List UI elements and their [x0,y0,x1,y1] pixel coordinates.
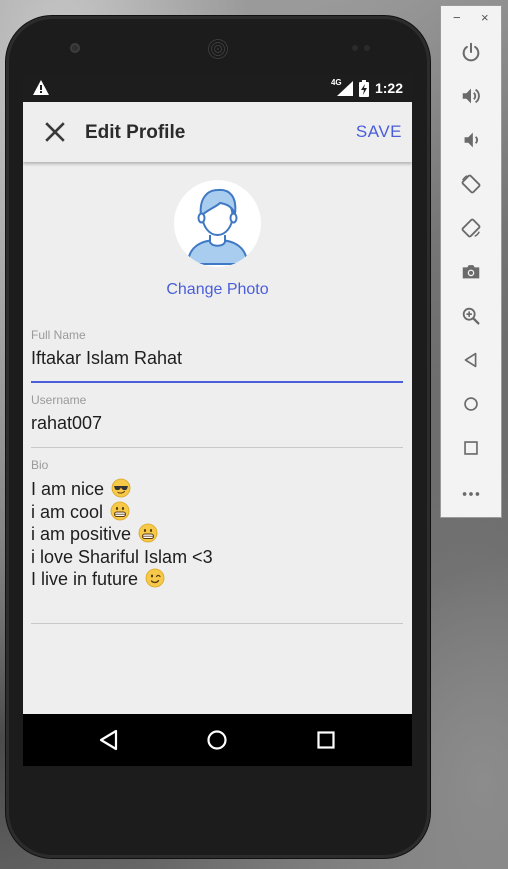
nav-back-button[interactable] [97,728,121,752]
more-button[interactable] [459,482,483,506]
volume-up-icon [462,88,480,104]
close-window-button[interactable]: × [481,10,489,25]
back-button[interactable] [459,348,483,372]
volume-down-button[interactable] [459,128,483,152]
emulator-phone-frame: 4G 1:22 Edit Profile SAVE Change Photo F… [6,16,430,858]
username-field[interactable]: Username rahat007 [31,393,403,448]
rotate-right-button[interactable] [459,216,483,240]
bio-line: I am nice [31,478,403,501]
zoom-button[interactable] [459,304,483,328]
grin-emoji-icon [110,501,130,521]
status-bar: 4G 1:22 [23,74,412,102]
full-name-input[interactable]: Iftakar Islam Rahat [31,348,403,375]
save-button[interactable]: SAVE [356,122,402,142]
overview-square-icon [317,731,335,749]
bio-line: i am cool [31,501,403,524]
bio-underline [31,622,403,624]
warning-icon [33,80,49,95]
android-nav-bar [23,714,412,766]
bio-label: Bio [31,458,49,472]
avatar[interactable] [174,180,261,267]
sunglasses-emoji-icon [111,478,131,498]
home-icon [464,397,478,411]
screenshot-button[interactable] [459,260,483,284]
wink-emoji-icon [145,568,165,588]
rotate-left-icon [461,174,481,194]
full-name-field[interactable]: Full Name Iftakar Islam Rahat [31,328,403,383]
change-photo-link[interactable]: Change Photo [23,281,412,299]
bio-field[interactable]: Bio I am nice i am cool i am positive i … [31,458,403,624]
bio-line: i am positive [31,523,403,546]
sensor [352,45,358,51]
power-button[interactable] [459,40,483,64]
username-input[interactable]: rahat007 [31,413,403,440]
emulator-toolbar: − × [440,5,502,518]
bio-line-text: I am nice [31,479,105,499]
close-icon [45,122,65,142]
bio-line: I live in future [31,568,403,591]
volume-down-icon [464,132,478,148]
back-triangle-icon [99,729,118,751]
bio-line-text: I live in future [31,569,139,589]
more-icon [462,492,480,496]
full-name-underline [31,381,403,383]
rotate-left-button[interactable] [459,172,483,196]
home-circle-icon [207,730,227,750]
power-icon [462,42,480,62]
bio-line-text: i am positive [31,524,132,544]
status-time: 1:22 [374,80,403,96]
nav-overview-button[interactable] [314,728,338,752]
bio-textarea[interactable]: I am nice i am cool i am positive i love… [31,478,403,591]
bio-line-text: i love Shariful Islam <3 [31,546,213,567]
earpiece-speaker [207,38,229,60]
camera-icon [462,265,480,279]
close-button[interactable] [39,116,71,148]
back-icon [464,352,477,368]
home-button[interactable] [459,392,483,416]
username-underline [31,447,403,448]
bio-line-text: i am cool [31,501,104,522]
full-name-label: Full Name [31,328,86,342]
app-bar: Edit Profile SAVE [23,102,412,162]
signal-icon: 4G [331,78,353,96]
volume-up-button[interactable] [459,84,483,108]
user-avatar-icon [186,188,249,265]
device-screen: 4G 1:22 Edit Profile SAVE Change Photo F… [23,74,412,766]
page-title: Edit Profile [85,122,186,143]
overview-icon [464,441,478,455]
username-label: Username [31,393,87,407]
overview-button[interactable] [459,436,483,460]
minimize-button[interactable]: − [453,10,461,25]
battery-charging-icon [358,79,369,97]
rotate-right-icon [461,218,481,238]
zoom-icon [462,307,480,325]
bio-line: i love Shariful Islam <3 [31,546,403,569]
nav-home-button[interactable] [205,728,229,752]
sensor [364,45,370,51]
toolbar-window-controls: − × [441,6,501,32]
front-camera [70,43,80,53]
grin-emoji-icon [138,523,158,543]
